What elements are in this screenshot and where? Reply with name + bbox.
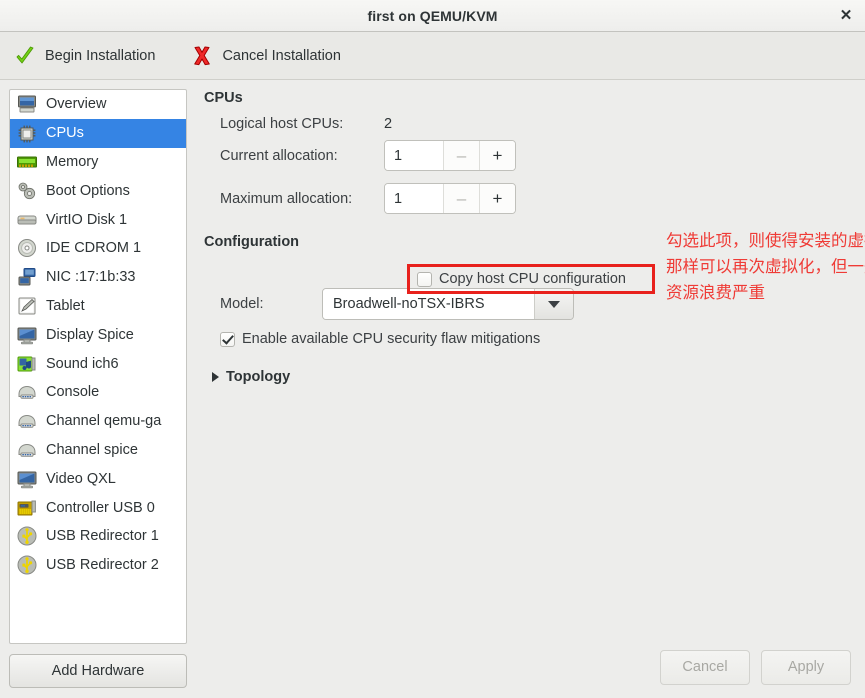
- sidebar-item-label: CPUs: [46, 125, 84, 142]
- sidebar-item-label: NIC :17:1b:33: [46, 269, 136, 286]
- sidebar-item-label: USB Redirector 2: [46, 557, 159, 574]
- sidebar-item-overview[interactable]: Overview: [10, 90, 186, 119]
- sidebar-item-label: Channel spice: [46, 441, 138, 458]
- current-allocation-row: Current allocation: 1 – +: [204, 140, 851, 171]
- tablet-pen-icon: [16, 295, 38, 317]
- dialog-footer: Cancel Apply: [196, 636, 865, 698]
- network-card-icon: [16, 266, 38, 288]
- console-serial-icon: [16, 410, 38, 432]
- window-title: first on QEMU/KVM: [367, 7, 498, 24]
- sidebar-item-label: Console: [46, 384, 100, 401]
- red-x-icon: [194, 46, 211, 65]
- logical-host-cpus-label: Logical host CPUs:: [220, 116, 344, 132]
- current-allocation-label: Current allocation:: [220, 147, 338, 164]
- cpu-settings-panel: CPUs Logical host CPUs: 2 Current alloca…: [196, 80, 865, 698]
- sidebar-item-label: Display Spice: [46, 326, 134, 343]
- sidebar-item-ide-cdrom-1[interactable]: IDE CDROM 1: [10, 234, 186, 263]
- sidebar-item-boot-options[interactable]: Boot Options: [10, 176, 186, 205]
- sidebar-item-controller-usb-0[interactable]: Controller USB 0: [10, 493, 186, 522]
- sidebar-item-label: Overview: [46, 96, 107, 113]
- sidebar-item-channel-qemu-ga[interactable]: Channel qemu-ga: [10, 407, 186, 436]
- maximum-allocation-increment-button[interactable]: +: [479, 184, 515, 213]
- copy-host-cpu-label[interactable]: Copy host CPU configuration: [439, 271, 626, 287]
- topology-expander[interactable]: Topology: [204, 369, 851, 385]
- current-allocation-increment-button[interactable]: +: [479, 141, 515, 170]
- usb-icon: [16, 525, 38, 547]
- sidebar-item-usb-redirector-2[interactable]: USB Redirector 2: [10, 551, 186, 580]
- maximum-allocation-input[interactable]: 1: [385, 184, 443, 213]
- sidebar-item-label: VirtIO Disk 1: [46, 211, 128, 228]
- dialog-body: Overview CPUs Memory Boot Options VirtIO Dis…: [0, 80, 865, 698]
- sidebar-item-label: Sound ich6: [46, 355, 119, 372]
- computer-icon: [16, 93, 38, 115]
- memory-ram-icon: [16, 151, 38, 173]
- controller-card-icon: [16, 497, 38, 519]
- green-check-icon: [16, 46, 34, 63]
- sidebar-item-tablet[interactable]: Tablet: [10, 292, 186, 321]
- current-allocation-decrement-button[interactable]: –: [443, 141, 479, 170]
- apply-button[interactable]: Apply: [761, 649, 851, 685]
- cpus-heading: CPUs: [204, 90, 243, 106]
- hardware-list[interactable]: Overview CPUs Memory Boot Options VirtIO Dis…: [9, 89, 187, 644]
- logical-host-cpus-row: Logical host CPUs: 2: [204, 116, 851, 132]
- configuration-heading: Configuration: [204, 234, 300, 250]
- sidebar-item-label: USB Redirector 1: [46, 528, 159, 545]
- begin-installation-label: Begin Installation: [45, 47, 156, 64]
- maximum-allocation-decrement-button[interactable]: –: [443, 184, 479, 213]
- current-allocation-input[interactable]: 1: [385, 141, 443, 170]
- maximum-allocation-row: Maximum allocation: 1 – +: [204, 183, 851, 214]
- installation-toolbar: Begin Installation Cancel Installation: [0, 32, 865, 80]
- maximum-allocation-stepper[interactable]: 1 – +: [384, 183, 516, 214]
- sidebar-item-label: Channel qemu-ga: [46, 413, 162, 430]
- optical-disc-icon: [16, 237, 38, 259]
- sidebar-item-label: Video QXL: [46, 470, 116, 487]
- console-serial-icon: [16, 381, 38, 403]
- model-label: Model:: [220, 296, 264, 312]
- sidebar-item-video-qxl[interactable]: Video QXL: [10, 464, 186, 493]
- harddisk-icon: [16, 209, 38, 231]
- usb-icon: [16, 554, 38, 576]
- cpu-chip-icon: [16, 122, 38, 144]
- sidebar-item-cpus[interactable]: CPUs: [10, 118, 186, 148]
- cpu-mitigations-label: Enable available CPU security flaw mitig…: [242, 331, 541, 347]
- copy-host-cpu-highlight-box: Copy host CPU configuration: [407, 264, 655, 294]
- chevron-right-icon: [212, 372, 219, 382]
- current-allocation-stepper[interactable]: 1 – +: [384, 140, 516, 171]
- sidebar-item-display-spice[interactable]: Display Spice: [10, 320, 186, 349]
- window-titlebar: first on QEMU/KVM ✕: [0, 0, 865, 32]
- cancel-installation-label: Cancel Installation: [222, 47, 341, 64]
- sidebar-item-label: Tablet: [46, 297, 85, 314]
- sidebar-item-nic-17-1b-33[interactable]: NIC :17:1b:33: [10, 263, 186, 292]
- add-hardware-button[interactable]: Add Hardware: [9, 654, 187, 688]
- console-serial-icon: [16, 439, 38, 461]
- cpu-mitigations-checkbox[interactable]: [220, 331, 235, 347]
- cancel-installation-button[interactable]: Cancel Installation: [187, 41, 353, 71]
- sidebar-item-console[interactable]: Console: [10, 378, 186, 407]
- monitor-icon: [16, 324, 38, 346]
- sidebar-item-usb-redirector-1[interactable]: USB Redirector 1: [10, 522, 186, 551]
- sidebar-item-virtio-disk-1[interactable]: VirtIO Disk 1: [10, 205, 186, 234]
- topology-label: Topology: [226, 369, 291, 385]
- logical-host-cpus-value: 2: [384, 116, 393, 132]
- hardware-sidebar: Overview CPUs Memory Boot Options VirtIO Dis…: [0, 80, 196, 698]
- sidebar-item-label: Boot Options: [46, 182, 130, 199]
- copy-host-cpu-checkbox[interactable]: [417, 271, 432, 287]
- close-icon[interactable]: ✕: [836, 6, 856, 26]
- cancel-button[interactable]: Cancel: [660, 649, 750, 685]
- gears-icon: [16, 180, 38, 202]
- sidebar-item-label: Controller USB 0: [46, 499, 155, 516]
- sidebar-item-memory[interactable]: Memory: [10, 148, 186, 177]
- sidebar-item-label: IDE CDROM 1: [46, 240, 142, 257]
- cpu-mitigations-row[interactable]: Enable available CPU security flaw mitig…: [204, 331, 851, 347]
- sidebar-item-channel-spice[interactable]: Channel spice: [10, 436, 186, 465]
- maximum-allocation-label: Maximum allocation:: [220, 190, 353, 207]
- begin-installation-button[interactable]: Begin Installation: [10, 41, 167, 71]
- sidebar-item-sound-ich6[interactable]: Sound ich6: [10, 349, 186, 378]
- sound-card-icon: [16, 353, 38, 375]
- monitor-icon: [16, 468, 38, 490]
- sidebar-item-label: Memory: [46, 153, 99, 170]
